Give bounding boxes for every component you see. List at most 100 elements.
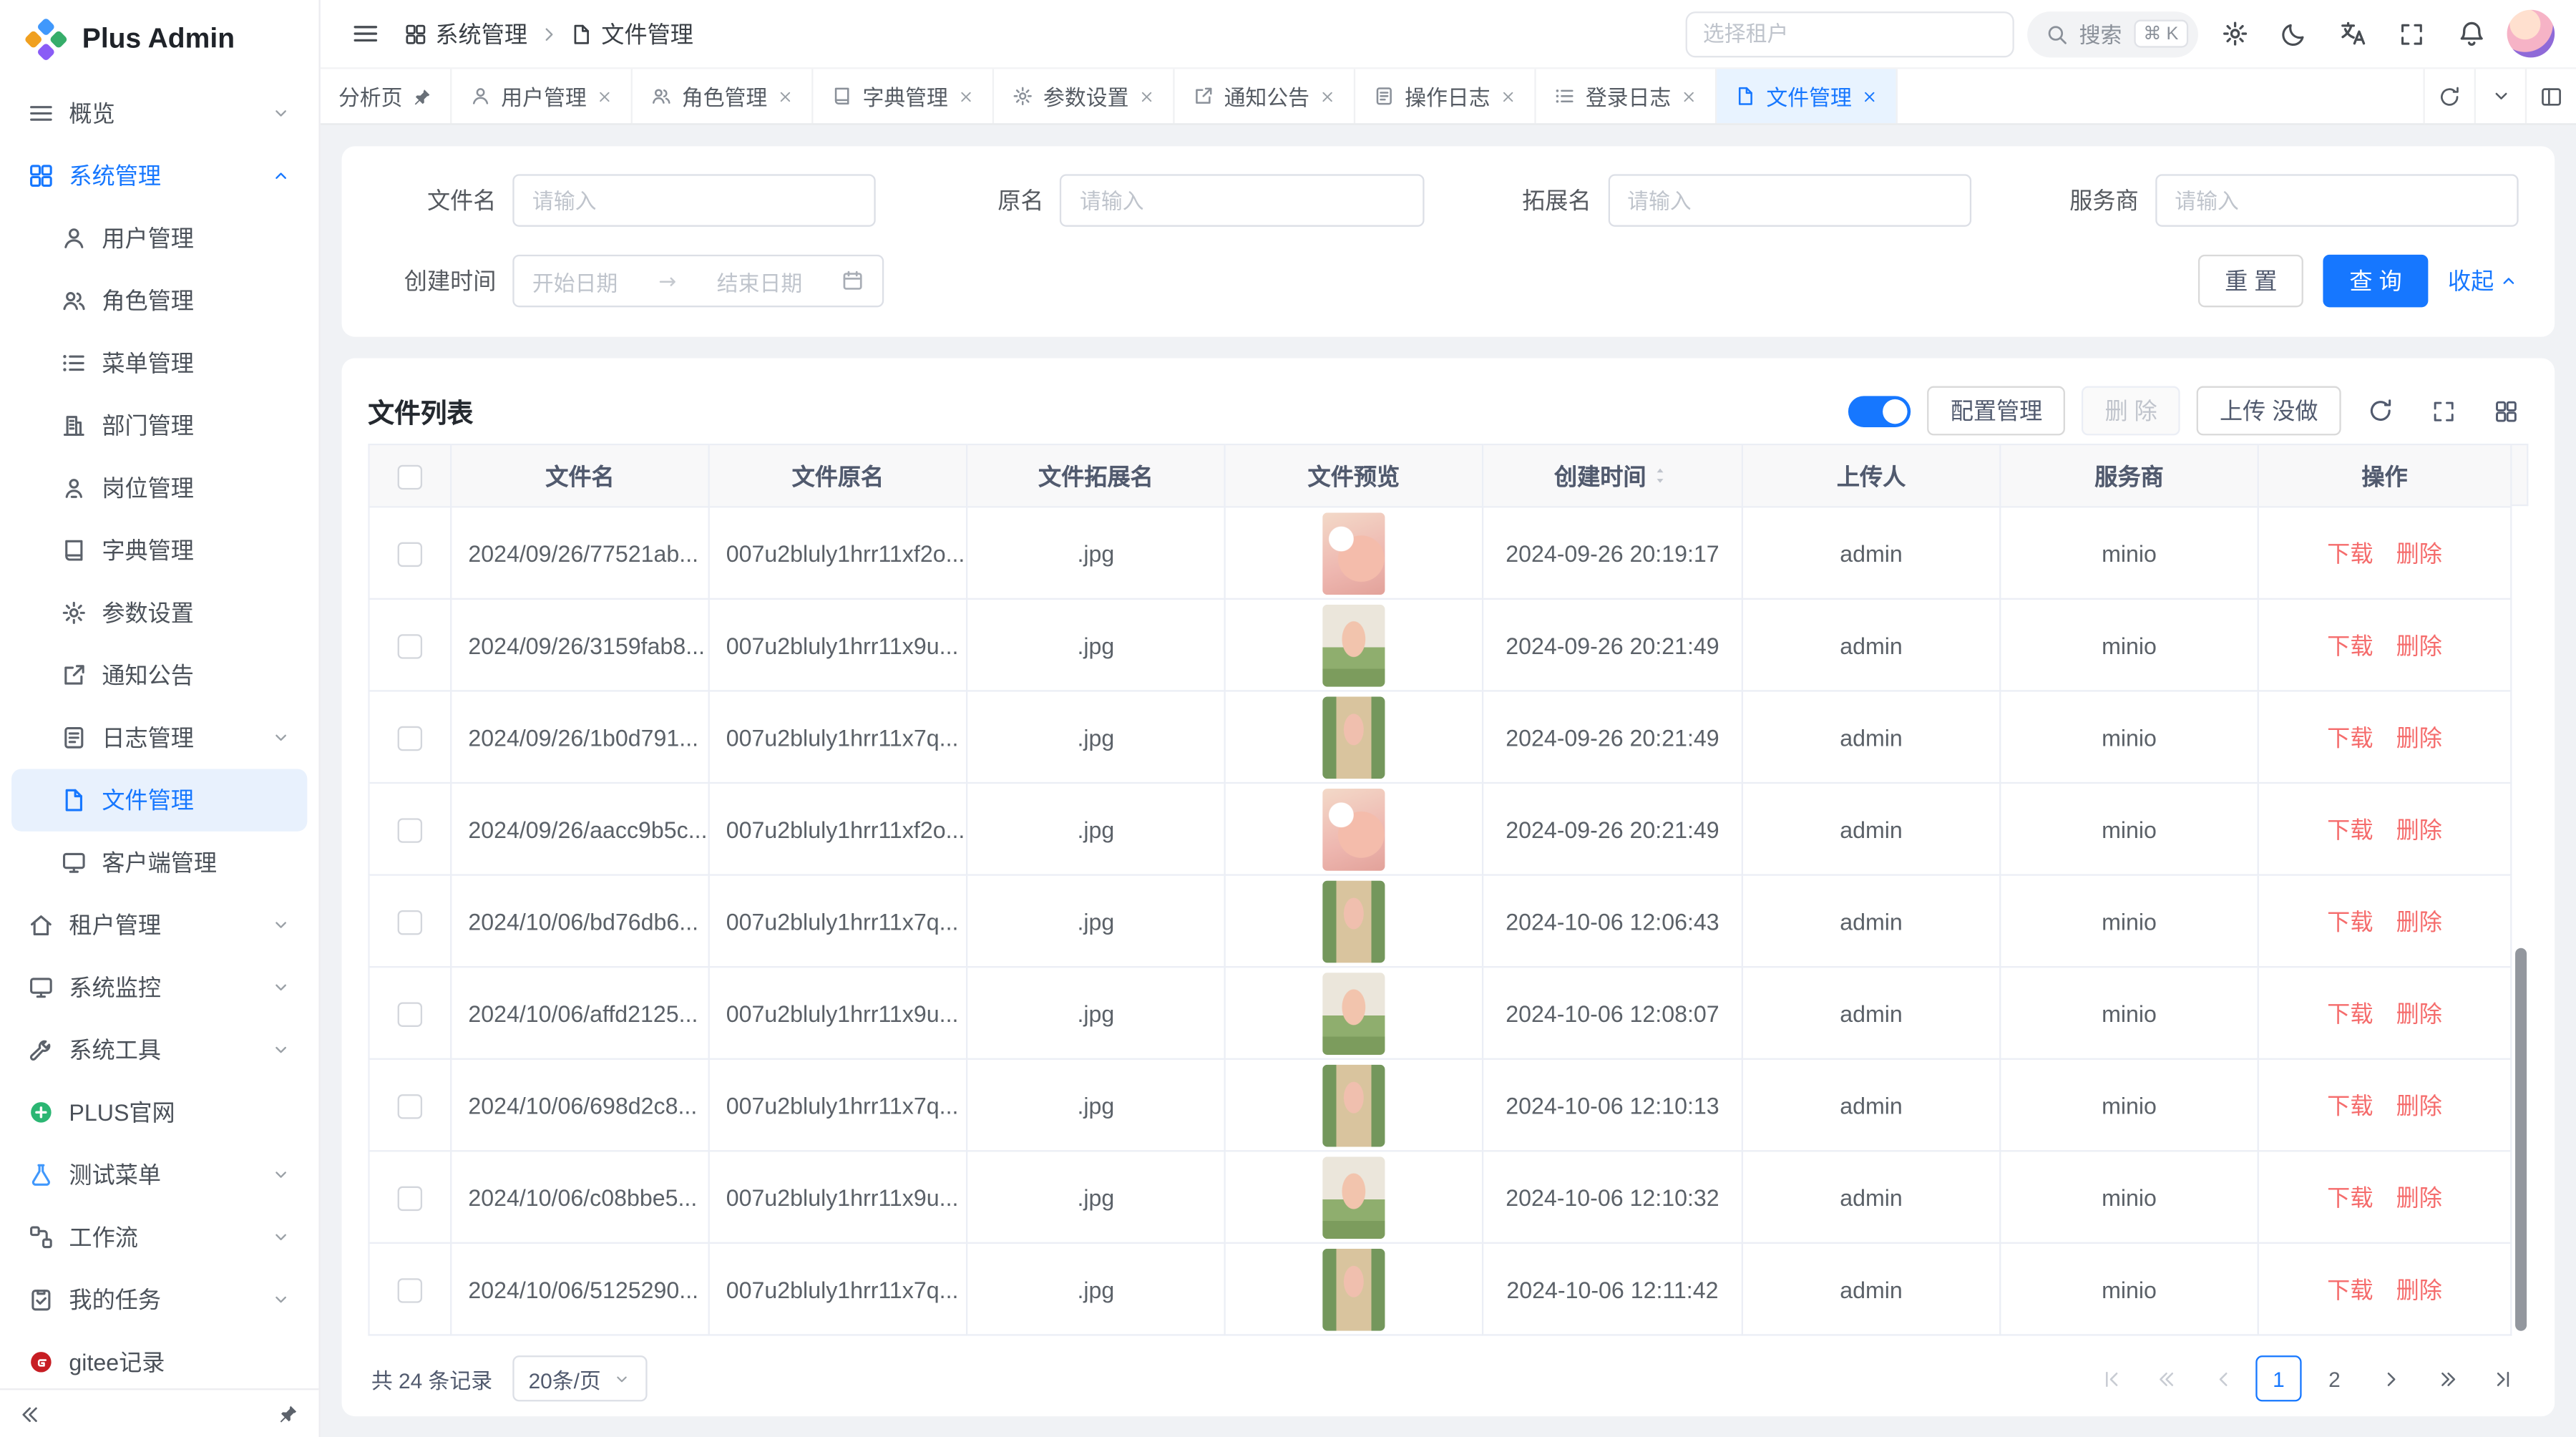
tab-notice[interactable]: 通知公告 (1175, 69, 1356, 123)
file-preview-image[interactable] (1322, 1156, 1385, 1238)
tab-operation-log[interactable]: 操作日志 (1355, 69, 1536, 123)
file-preview-image[interactable] (1322, 1064, 1385, 1146)
close-icon[interactable] (1500, 88, 1516, 104)
refresh-table-button[interactable] (2358, 388, 2404, 434)
original-name-input[interactable] (1060, 174, 1423, 226)
theme-toggle-button[interactable] (2270, 11, 2316, 57)
download-link[interactable]: 下载 (2327, 816, 2373, 842)
sidebar-item-test-menu[interactable]: 测试菜单 (11, 1144, 307, 1206)
sidebar-item-plus-website[interactable]: PLUS官网 (11, 1081, 307, 1144)
sidebar-item-file-management[interactable]: 文件管理 (11, 769, 307, 831)
row-checkbox[interactable] (398, 542, 422, 566)
row-checkbox[interactable] (398, 634, 422, 658)
sidebar-item-dict-management[interactable]: 字典管理 (11, 520, 307, 582)
sidebar-item-department-management[interactable]: 部门管理 (11, 394, 307, 457)
close-icon[interactable] (1319, 88, 1336, 104)
file-preview-image[interactable] (1322, 696, 1385, 778)
language-button[interactable] (2330, 11, 2376, 57)
date-range-input[interactable]: 开始日期 结束日期 (512, 255, 884, 307)
row-delete-link[interactable]: 删除 (2396, 907, 2442, 934)
row-delete-link[interactable]: 删除 (2396, 540, 2442, 566)
row-delete-link[interactable]: 删除 (2396, 1276, 2442, 1302)
config-management-button[interactable]: 配置管理 (1928, 386, 2066, 436)
close-icon[interactable] (1138, 88, 1155, 104)
row-delete-link[interactable]: 删除 (2396, 1184, 2442, 1210)
col-created[interactable]: 创建时间 (1483, 444, 1742, 507)
delete-button[interactable]: 删 除 (2082, 386, 2180, 436)
close-icon[interactable] (1862, 88, 1878, 104)
select-all-checkbox[interactable] (398, 464, 422, 489)
row-delete-link[interactable]: 删除 (2396, 632, 2442, 658)
sidebar-toggle-button[interactable] (342, 11, 388, 57)
close-icon[interactable] (1681, 88, 1697, 104)
pin-icon[interactable] (412, 87, 432, 107)
download-link[interactable]: 下载 (2327, 724, 2373, 750)
refresh-tab-button[interactable] (2423, 69, 2474, 123)
breadcrumb-item-system[interactable]: 系统管理 (404, 17, 527, 50)
breadcrumb-item-file[interactable]: 文件管理 (570, 17, 693, 50)
table-scrollbar[interactable] (2515, 948, 2527, 1331)
row-delete-link[interactable]: 删除 (2396, 1092, 2442, 1119)
provider-input[interactable] (2155, 174, 2519, 226)
file-preview-image[interactable] (1322, 972, 1385, 1054)
row-checkbox[interactable] (398, 1278, 422, 1302)
pin-sidebar-button[interactable] (278, 1403, 299, 1425)
row-delete-link[interactable]: 删除 (2396, 724, 2442, 750)
tenant-select-input[interactable] (1685, 11, 2014, 57)
first-page-button[interactable] (2088, 1355, 2134, 1401)
app-logo[interactable]: Plus Admin (0, 0, 318, 79)
global-search-button[interactable]: 搜索 ⌘ K (2026, 11, 2198, 57)
tab-analysis[interactable]: 分析页 (321, 69, 452, 123)
file-preview-image[interactable] (1322, 512, 1385, 594)
toggle-switch[interactable] (1848, 395, 1911, 427)
sidebar-item-log-management[interactable]: 日志管理 (11, 706, 307, 769)
download-link[interactable]: 下载 (2327, 1092, 2373, 1119)
upload-button[interactable]: 上传 没做 (2197, 386, 2341, 436)
close-icon[interactable] (777, 88, 794, 104)
column-settings-button[interactable] (2482, 388, 2528, 434)
tab-user-management[interactable]: 用户管理 (452, 69, 633, 123)
extension-input[interactable] (1608, 174, 1971, 226)
user-avatar[interactable] (2507, 10, 2555, 58)
download-link[interactable]: 下载 (2327, 632, 2373, 658)
row-checkbox[interactable] (398, 1002, 422, 1026)
sidebar-item-notice[interactable]: 通知公告 (11, 644, 307, 706)
tab-role-management[interactable]: 角色管理 (633, 69, 814, 123)
notifications-button[interactable] (2448, 11, 2494, 57)
next-page-button[interactable] (2367, 1355, 2413, 1401)
sidebar-item-role-management[interactable]: 角色管理 (11, 270, 307, 332)
sidebar-item-menu-management[interactable]: 菜单管理 (11, 332, 307, 394)
tab-param-settings[interactable]: 参数设置 (994, 69, 1175, 123)
sort-icon[interactable] (1649, 465, 1671, 487)
file-preview-image[interactable] (1322, 880, 1385, 962)
search-button[interactable]: 查 询 (2323, 255, 2429, 307)
download-link[interactable]: 下载 (2327, 1184, 2373, 1210)
table-fullscreen-button[interactable] (2420, 388, 2466, 434)
tab-dict-management[interactable]: 字典管理 (814, 69, 995, 123)
download-link[interactable]: 下载 (2327, 540, 2373, 566)
page-size-select[interactable]: 20条/页 (512, 1355, 647, 1401)
download-link[interactable]: 下载 (2327, 1276, 2373, 1302)
row-delete-link[interactable]: 删除 (2396, 816, 2442, 842)
fast-next-button[interactable] (2423, 1355, 2469, 1401)
sidebar-item-client-management[interactable]: 客户端管理 (11, 832, 307, 894)
tab-menu-button[interactable] (2474, 69, 2525, 123)
settings-button[interactable] (2211, 11, 2257, 57)
row-checkbox[interactable] (398, 1094, 422, 1119)
collapse-filters-link[interactable]: 收起 (2448, 265, 2519, 298)
sidebar-item-tenant-management[interactable]: 租户管理 (11, 894, 307, 956)
file-preview-image[interactable] (1322, 604, 1385, 686)
sidebar-item-post-management[interactable]: 岗位管理 (11, 457, 307, 519)
sidebar-item-param-settings[interactable]: 参数设置 (11, 582, 307, 644)
sidebar-item-my-tasks[interactable]: 我的任务 (11, 1268, 307, 1330)
download-link[interactable]: 下载 (2327, 1000, 2373, 1026)
tab-login-log[interactable]: 登录日志 (1536, 69, 1717, 123)
file-preview-image[interactable] (1322, 788, 1385, 870)
close-icon[interactable] (958, 88, 975, 104)
file-preview-image[interactable] (1322, 1248, 1385, 1330)
tab-file-management[interactable]: 文件管理 (1717, 69, 1898, 123)
row-checkbox[interactable] (398, 1186, 422, 1210)
row-delete-link[interactable]: 删除 (2396, 1000, 2442, 1026)
sidebar-item-system-monitor[interactable]: 系统监控 (11, 956, 307, 1018)
row-checkbox[interactable] (398, 910, 422, 935)
